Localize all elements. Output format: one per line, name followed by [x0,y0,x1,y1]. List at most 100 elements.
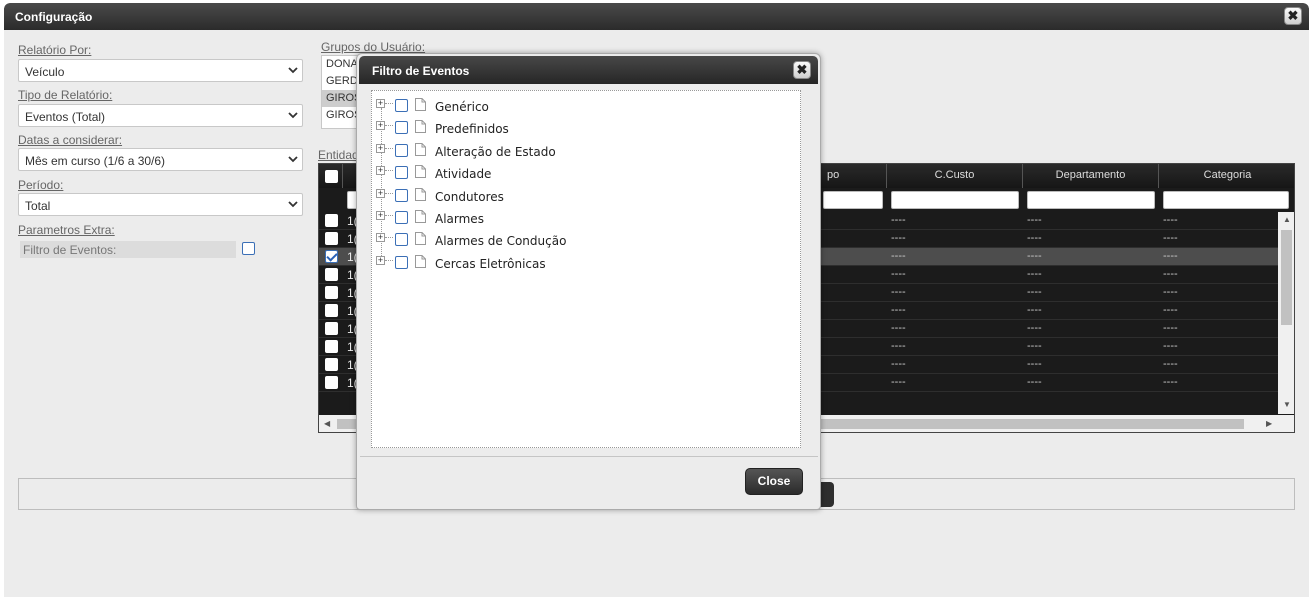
cell-value: ---- [1163,232,1178,244]
vertical-scrollbar[interactable]: ▲ ▼ [1278,212,1294,414]
row-checkbox[interactable] [325,322,338,335]
document-icon [415,98,426,111]
cell-value: ---- [1027,268,1042,280]
tree-checkbox[interactable] [395,121,408,135]
cell-value: ---- [891,214,906,226]
cell-value: ---- [1163,268,1178,280]
cell-value: ---- [1027,250,1042,262]
tree-node-label: Atividade [435,167,492,182]
tree-node[interactable]: + Alteração de Estado [372,140,792,162]
tree-node[interactable]: + Alarmes de Condução [372,229,792,251]
expand-icon[interactable]: + [376,143,385,153]
filter-input[interactable] [1027,191,1155,209]
datas-label: Datas a considerar: [18,133,123,147]
tree-checkbox[interactable] [395,166,408,180]
document-icon [415,210,426,223]
select-all-checkbox[interactable] [325,170,338,183]
tree-node[interactable]: + Genérico [372,95,792,117]
cell-value: ---- [891,322,906,334]
tree-checkbox[interactable] [395,99,408,112]
chevron-down-icon [288,201,298,208]
filter-input[interactable] [1163,191,1289,209]
column-header[interactable]: Departamento [1023,164,1159,188]
dialog-titlebar: Filtro de Eventos ✖ [359,56,818,84]
periodo-value: Total [25,199,51,213]
tree-connector [385,103,393,104]
event-tree: + Genérico + Predefinidos + Alteração de Esta… [371,90,801,448]
cell-value: ---- [891,340,906,352]
column-header[interactable]: Categoria [1159,164,1294,188]
select-all-cell [319,164,343,188]
cell-value: ---- [1163,340,1178,352]
cell-value: ---- [1027,322,1042,334]
expand-icon[interactable]: + [376,211,385,220]
tree-checkbox[interactable] [395,255,408,269]
expand-icon[interactable]: + [376,233,385,243]
row-checkbox[interactable] [325,358,338,371]
tree-node[interactable]: + Condutores [372,185,792,207]
filter-input[interactable] [891,191,1019,209]
tree-connector [385,237,393,239]
expand-icon[interactable]: + [376,121,385,131]
tree-node-label: Predefinidos [435,122,509,137]
chevron-down-icon [288,156,298,163]
event-filter-dialog: Filtro de Eventos ✖ + Genérico + Predefinid… [356,53,821,510]
cell-value: ---- [1163,214,1178,226]
tree-checkbox[interactable] [395,188,408,202]
cell-value: ---- [1027,232,1042,244]
scroll-up-icon[interactable]: ▲ [1283,215,1291,224]
expand-icon[interactable]: + [376,99,385,108]
dialog-divider [360,456,818,457]
filter-input[interactable] [823,191,883,209]
tree-node[interactable]: + Alarmes [372,207,792,229]
window-close-icon[interactable]: ✖ [1284,7,1302,25]
parametros-extra-label: Parametros Extra: [18,223,115,237]
window-title: Configuração [15,10,93,24]
dialog-close-icon[interactable]: ✖ [793,61,811,79]
datas-select[interactable]: Mês em curso (1/6 a 30/6) [18,148,303,171]
tree-checkbox[interactable] [395,143,408,157]
row-checkbox[interactable] [325,250,338,263]
scroll-down-icon[interactable]: ▼ [1283,400,1291,409]
tree-node[interactable]: + Predefinidos [372,117,792,139]
cell-value: ---- [891,268,906,280]
tree-node[interactable]: + Cercas Eletrônicas [372,252,792,274]
row-checkbox[interactable] [325,340,338,353]
periodo-select[interactable]: Total [18,193,303,216]
tree-connector [385,170,393,172]
relatorio-por-select[interactable]: Veículo [18,59,303,82]
cell-value: ---- [891,376,906,388]
periodo-label: Período: [18,178,64,192]
row-checkbox[interactable] [325,304,338,317]
tree-connector [385,215,393,216]
cell-value: ---- [1027,304,1042,316]
tree-checkbox[interactable] [395,211,408,224]
row-checkbox[interactable] [325,232,338,245]
tree-connector [385,259,393,261]
expand-icon[interactable]: + [376,166,385,176]
scroll-right-icon[interactable]: ▶ [1266,419,1272,428]
row-checkbox[interactable] [325,286,338,299]
filtro-eventos-field: Filtro de Eventos: [20,241,236,258]
expand-icon[interactable]: + [376,255,385,265]
row-checkbox[interactable] [325,268,338,281]
column-header[interactable]: po [823,164,887,188]
row-checkbox[interactable] [325,214,338,227]
document-icon [415,254,426,268]
scroll-thumb[interactable] [1281,230,1292,325]
filtro-eventos-checkbox[interactable] [242,242,255,255]
relatorio-por-label: Relatório Por: [18,43,92,57]
cell-value: ---- [1163,250,1178,262]
scroll-left-icon[interactable]: ◀ [324,419,330,428]
tree-checkbox[interactable] [395,233,408,247]
tipo-relatorio-select[interactable]: Eventos (Total) [18,104,303,127]
cell-value: ---- [891,304,906,316]
row-checkbox[interactable] [325,376,338,389]
column-header[interactable]: C.Custo [887,164,1023,188]
cell-value: ---- [891,358,906,370]
grupos-label: Grupos do Usuário: [321,40,426,54]
tree-node-label: Condutores [435,189,504,204]
expand-icon[interactable]: + [376,188,385,198]
tree-node[interactable]: + Atividade [372,162,792,184]
close-button[interactable]: Close [745,468,803,495]
